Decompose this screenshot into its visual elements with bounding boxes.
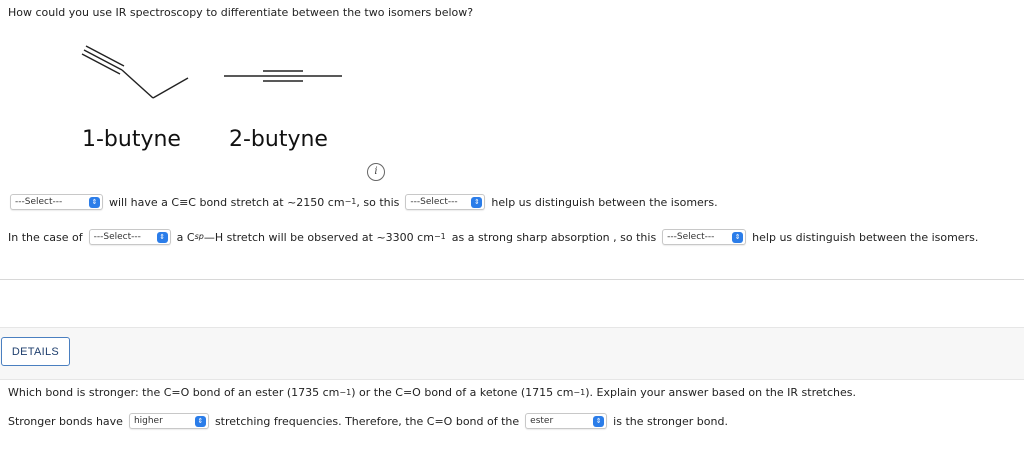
2-butyne-structure <box>224 70 342 82</box>
select-value: ---Select--- <box>410 197 458 207</box>
frequency-select[interactable]: higher ⇕ <box>128 413 209 429</box>
select-value: ester <box>530 416 554 426</box>
will-select-2[interactable]: ---Select--- ⇕ <box>662 229 747 245</box>
line1-text2: , so this <box>356 195 400 209</box>
isomer-select-1[interactable]: ---Select--- ⇕ <box>10 194 103 210</box>
line1-text3: help us distinguish between the isomers. <box>491 195 718 209</box>
1-butyne-structure <box>81 45 189 99</box>
line3-text1: Stronger bonds have <box>8 414 123 428</box>
info-icon[interactable]: i <box>367 163 385 181</box>
select-value: ---Select--- <box>93 232 141 242</box>
molecule-structures <box>81 45 342 99</box>
line2-text3: as a strong sharp absorption , so this <box>451 230 657 244</box>
details-band <box>0 327 1024 380</box>
chevron-updown-icon: ⇕ <box>593 415 605 427</box>
chevron-updown-icon: ⇕ <box>471 196 483 208</box>
answer-line-1: ---Select--- ⇕ will have a C≡C bond stre… <box>10 194 718 210</box>
bond-select[interactable]: ester ⇕ <box>525 413 608 429</box>
select-value: higher <box>133 416 163 426</box>
q2-text2: ) or the C=O bond of a ketone (1715 cm <box>351 386 574 399</box>
molecule-name-1-butyne: 1-butyne <box>82 127 181 152</box>
q2-text1: Which bond is stronger: the C=O bond of … <box>8 386 340 399</box>
section-divider <box>0 279 1024 280</box>
chevron-updown-icon: ⇕ <box>732 231 744 243</box>
line3-text3: is the stronger bond. <box>613 414 728 428</box>
answer-line-2: In the case of ---Select--- ⇕ a Csp —H st… <box>8 229 979 245</box>
chevron-updown-icon: ⇕ <box>89 196 100 208</box>
question-text: How could you use IR spectroscopy to dif… <box>8 6 474 19</box>
q2-text3: ). Explain your answer based on the IR s… <box>585 386 856 399</box>
details-button[interactable]: DETAILS <box>1 337 70 366</box>
chevron-updown-icon: ⇕ <box>194 415 206 427</box>
select-value: ---Select--- <box>667 232 715 242</box>
chevron-updown-icon: ⇕ <box>156 231 168 243</box>
line2-text1: a C <box>176 230 195 244</box>
line2-prefix: In the case of <box>8 230 83 244</box>
answer-line-3: Stronger bonds have higher ⇕ stretching … <box>8 413 728 429</box>
will-select-1[interactable]: ---Select--- ⇕ <box>405 194 486 210</box>
line2-text2: —H stretch will be observed at ~3300 cm <box>203 230 434 244</box>
line2-text4: help us distinguish between the isomers. <box>752 230 979 244</box>
line1-text1: will have a C≡C bond stretch at ~2150 cm <box>109 195 345 209</box>
question-2-text: Which bond is stronger: the C=O bond of … <box>8 386 856 399</box>
molecule-name-2-butyne: 2-butyne <box>229 127 328 152</box>
line3-text2: stretching frequencies. Therefore, the C… <box>214 414 520 428</box>
isomer-select-2[interactable]: ---Select--- ⇕ <box>88 229 171 245</box>
select-value: ---Select--- <box>15 197 63 207</box>
